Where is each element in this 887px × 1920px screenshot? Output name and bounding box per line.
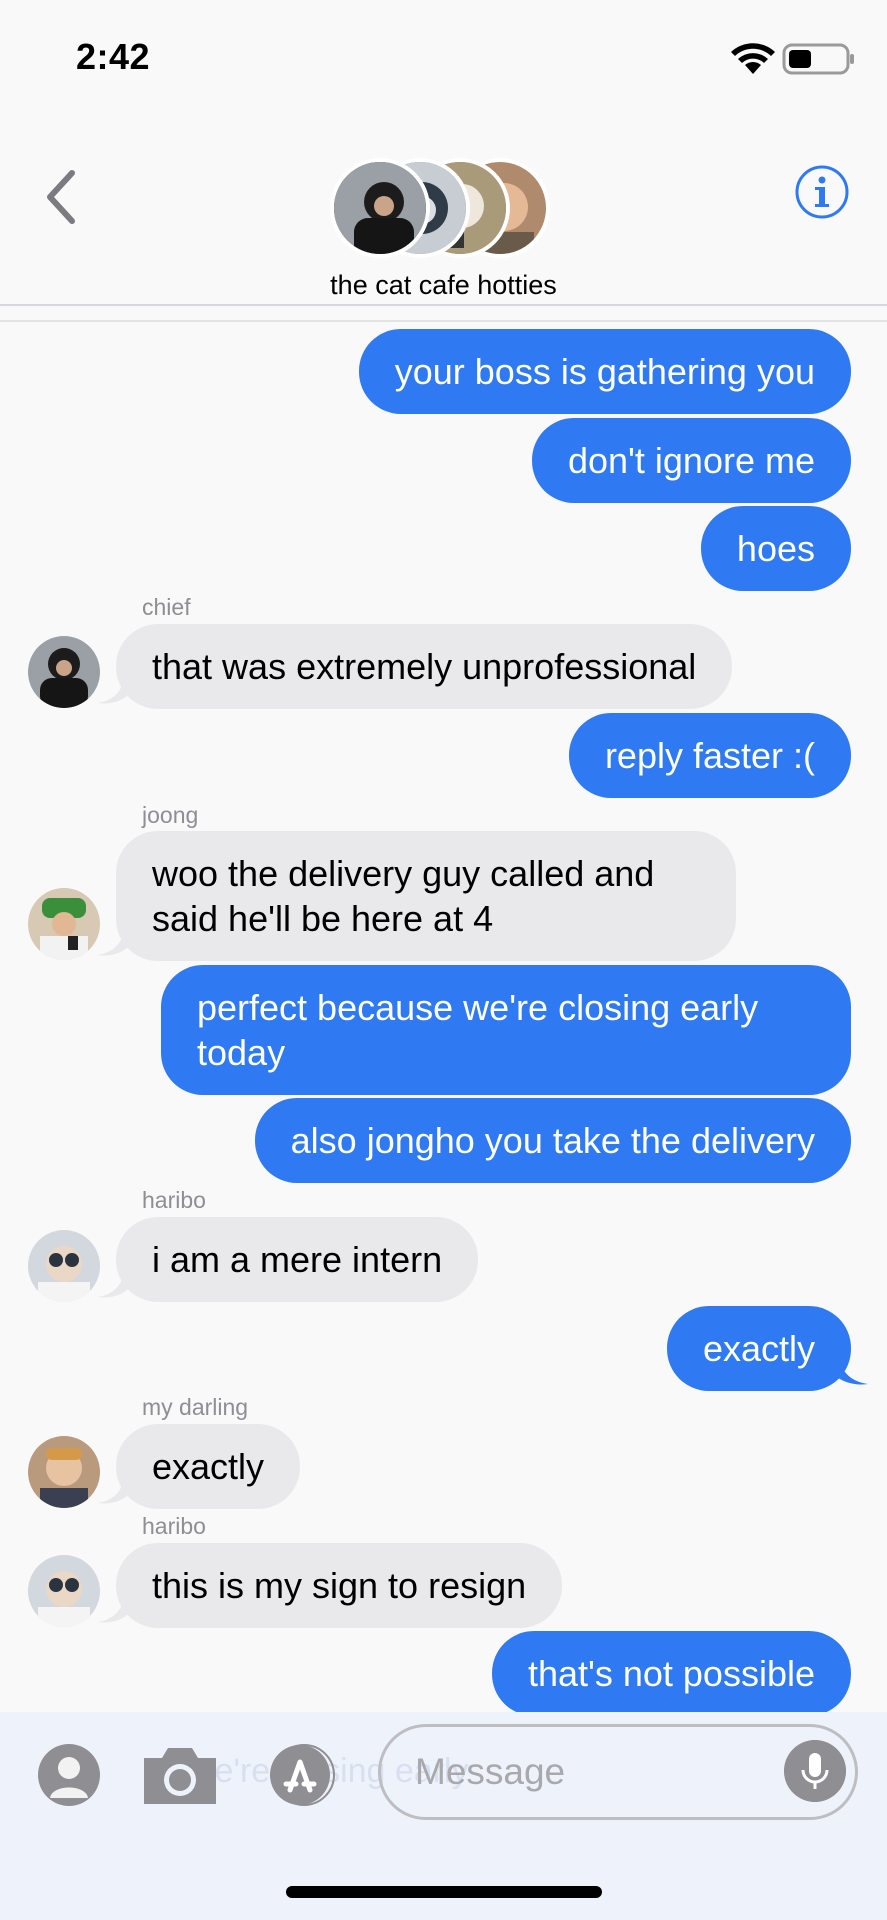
status-bar: 2:42 — [0, 0, 887, 120]
outgoing-message[interactable]: that's not possible — [491, 1631, 851, 1716]
outgoing-message[interactable]: reply faster :( — [568, 713, 851, 798]
member-avatar — [330, 158, 430, 258]
back-chevron-icon[interactable] — [40, 165, 84, 229]
sender-avatar[interactable] — [28, 636, 100, 708]
conversation-header: the cat cafe hotties — [0, 120, 887, 306]
camera-icon[interactable] — [140, 1740, 220, 1810]
outgoing-message[interactable]: don't ignore me — [531, 418, 851, 503]
sender-name: haribo — [142, 1513, 206, 1539]
app-store-icon[interactable] — [264, 1742, 344, 1808]
info-icon[interactable] — [794, 164, 850, 220]
sender-avatar[interactable] — [28, 1436, 100, 1508]
sender-name: my darling — [142, 1394, 249, 1420]
incoming-message[interactable]: that was extremely unprofessional — [116, 624, 733, 709]
outgoing-message[interactable]: also jongho you take the delivery — [254, 1098, 851, 1183]
outgoing-message[interactable]: your boss is gathering you — [358, 329, 851, 414]
microphone-icon[interactable] — [784, 1740, 846, 1802]
outgoing-message[interactable]: perfect because we're closing early toda… — [161, 965, 851, 1095]
header-divider — [0, 320, 887, 322]
bubble-tail — [836, 1356, 868, 1385]
sender-avatar[interactable] — [28, 888, 100, 960]
sender-avatar[interactable] — [28, 1230, 100, 1302]
outgoing-message[interactable]: hoes — [700, 506, 851, 591]
incoming-message[interactable]: this is my sign to resign — [116, 1543, 563, 1628]
incoming-message[interactable]: i am a mere intern — [116, 1217, 479, 1302]
sender-name: chief — [142, 594, 191, 620]
incoming-message[interactable]: woo the delivery guy called and said he'… — [116, 831, 736, 961]
wifi-icon — [731, 43, 775, 74]
status-time: 2:42 — [76, 36, 151, 77]
battery-icon — [782, 43, 854, 75]
outgoing-message[interactable]: exactly — [666, 1306, 851, 1391]
home-indicator[interactable] — [286, 1886, 602, 1898]
group-name[interactable]: the cat cafe hotties — [0, 270, 887, 301]
sender-name: haribo — [142, 1187, 206, 1213]
group-avatar-stack[interactable] — [330, 158, 560, 258]
incoming-message[interactable]: exactly — [116, 1424, 301, 1509]
sender-name: joong — [142, 802, 199, 828]
contact-icon[interactable] — [38, 1744, 100, 1806]
sender-avatar[interactable] — [28, 1555, 100, 1627]
